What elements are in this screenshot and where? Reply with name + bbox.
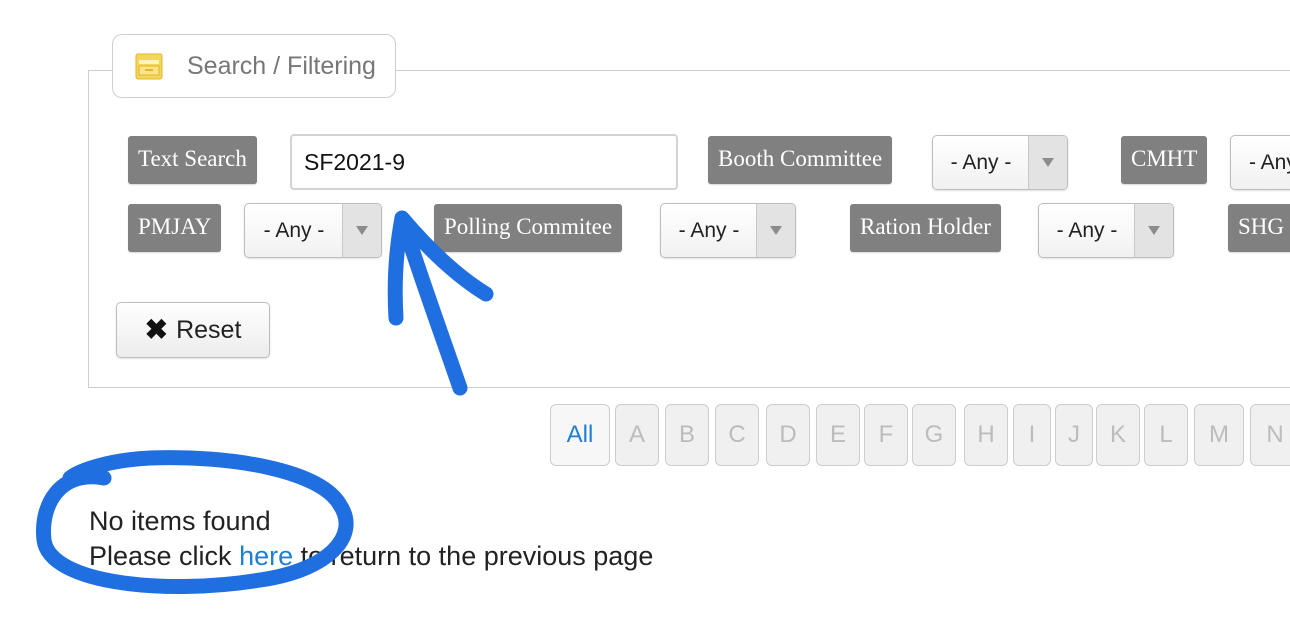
pager-item-k[interactable]: K (1096, 404, 1140, 466)
return-suffix: to return to the previous page (293, 541, 654, 571)
panel-title: Search / Filtering (187, 52, 376, 80)
pager-item-l[interactable]: L (1144, 404, 1188, 466)
pager-item-a[interactable]: A (615, 404, 659, 466)
reset-button[interactable]: ✖ Reset (116, 302, 270, 358)
text-search-input[interactable] (290, 134, 678, 190)
ration-holder-label: Ration Holder (850, 204, 1001, 252)
text-search-label: Text Search (128, 136, 257, 184)
pager-item-e[interactable]: E (816, 404, 860, 466)
no-items-text: No items found (89, 506, 271, 536)
pmjay-select[interactable]: - Any - (244, 203, 382, 258)
ration-holder-select[interactable]: - Any - (1038, 203, 1174, 258)
pager-item-g[interactable]: G (912, 404, 956, 466)
cmht-value: - Any - (1249, 150, 1290, 174)
return-prefix: Please click (89, 541, 240, 571)
polling-commitee-value: - Any - (678, 218, 740, 242)
panel-legend[interactable]: Search / Filtering (112, 34, 396, 98)
pager-item-m[interactable]: M (1194, 404, 1244, 466)
booth-committee-label: Booth Committee (708, 136, 893, 184)
pmjay-value: - Any - (263, 218, 325, 242)
pager-item-h[interactable]: H (964, 404, 1008, 466)
return-line: Please click here to return to the previ… (89, 539, 653, 574)
chevron-down-icon[interactable] (1134, 204, 1173, 257)
chevron-down-icon[interactable] (342, 204, 381, 257)
polling-commitee-label: Polling Commitee (434, 204, 623, 252)
cmht-select[interactable]: - Any - (1230, 135, 1290, 190)
pager-item-b[interactable]: B (665, 404, 709, 466)
chevron-down-icon[interactable] (756, 204, 795, 257)
pager-item-c[interactable]: C (715, 404, 759, 466)
pager-item-i[interactable]: I (1013, 404, 1051, 466)
chevron-down-icon[interactable] (1028, 136, 1067, 189)
close-icon: ✖ (144, 314, 169, 345)
ration-holder-value: - Any - (1056, 218, 1118, 242)
reset-label: Reset (176, 315, 242, 344)
pager-item-j[interactable]: J (1055, 404, 1093, 466)
page: Search / Filtering Text Search Booth Com… (0, 0, 1290, 622)
shg-label: SHG (1228, 204, 1290, 252)
booth-committee-select[interactable]: - Any - (932, 135, 1068, 190)
pager-item-all[interactable]: All (550, 404, 610, 466)
pager-item-d[interactable]: D (766, 404, 810, 466)
cmht-label: CMHT (1121, 136, 1208, 184)
polling-commitee-select[interactable]: - Any - (660, 203, 796, 258)
folder-icon (135, 53, 163, 80)
pager-item-n[interactable]: N (1250, 404, 1290, 466)
pager-item-f[interactable]: F (864, 404, 908, 466)
pmjay-label: PMJAY (128, 204, 222, 252)
booth-committee-value: - Any - (950, 150, 1012, 174)
empty-results-message: No items found Please click here to retu… (89, 504, 653, 574)
here-link[interactable]: here (239, 541, 293, 571)
